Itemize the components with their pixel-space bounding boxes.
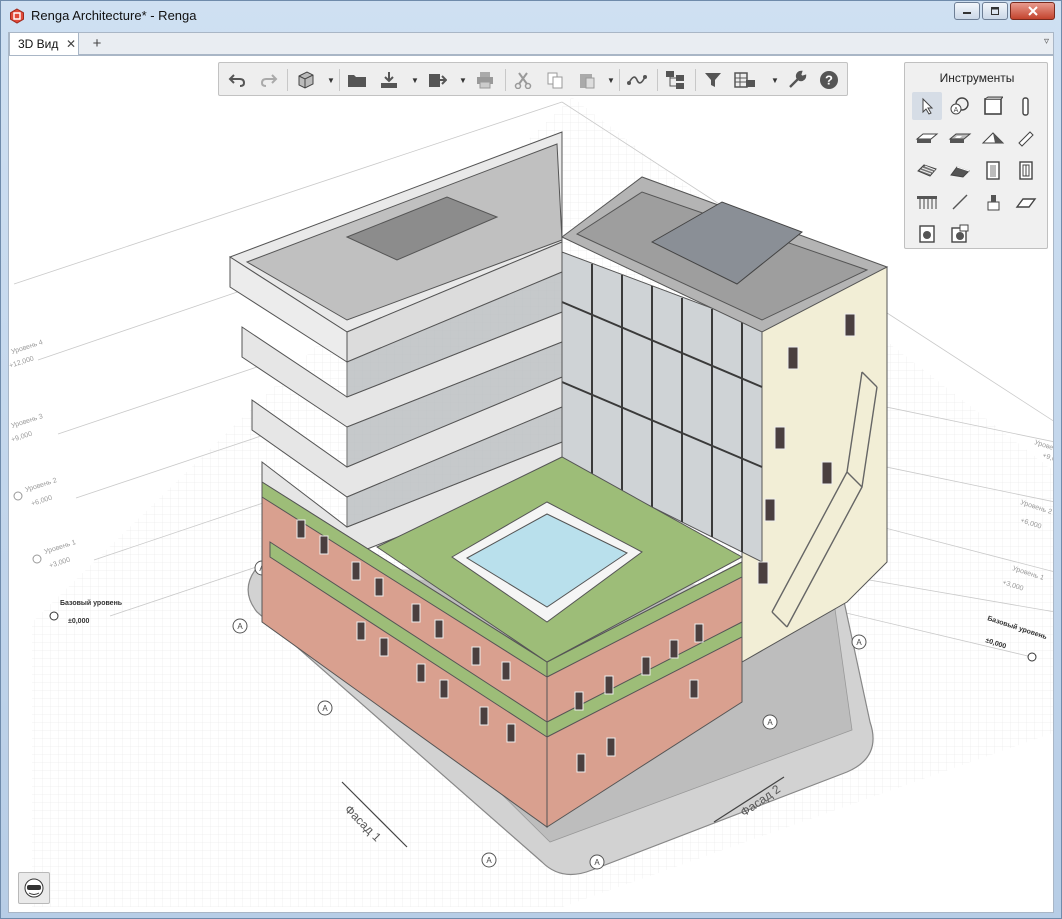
annotation-tool-icon[interactable]: A bbox=[945, 92, 975, 120]
3d-viewport[interactable]: Фасад 1 Фасад 2 A A A A A A A A Уровень … bbox=[8, 55, 1054, 913]
export-button[interactable] bbox=[425, 68, 449, 92]
svg-text:+3,000: +3,000 bbox=[48, 557, 71, 570]
tab-3d-view[interactable]: 3D Вид ✕ bbox=[9, 32, 79, 55]
cut-button[interactable] bbox=[511, 68, 535, 92]
line-tool-icon[interactable] bbox=[945, 188, 975, 216]
import-dropdown-icon[interactable]: ▼ bbox=[411, 73, 419, 87]
import-button[interactable] bbox=[377, 68, 401, 92]
door-tool-icon[interactable] bbox=[978, 156, 1008, 184]
svg-text:A: A bbox=[486, 856, 492, 865]
tab-label: 3D Вид bbox=[18, 37, 59, 51]
visibility-dropdown-icon[interactable]: ▼ bbox=[771, 73, 779, 87]
open-folder-button[interactable] bbox=[345, 68, 369, 92]
opening-tool-icon[interactable] bbox=[945, 124, 975, 152]
redo-button[interactable] bbox=[257, 68, 281, 92]
minimize-button[interactable] bbox=[954, 2, 980, 20]
svg-text:A: A bbox=[954, 107, 959, 114]
svg-text:±0,000: ±0,000 bbox=[68, 618, 89, 625]
paste-button[interactable] bbox=[575, 68, 599, 92]
connect-button[interactable] bbox=[625, 68, 649, 92]
tab-close-icon[interactable]: ✕ bbox=[66, 37, 76, 51]
svg-text:Уровень 1: Уровень 1 bbox=[43, 539, 76, 556]
plumbing-tool-icon[interactable] bbox=[912, 220, 942, 248]
print-button[interactable] bbox=[473, 68, 497, 92]
svg-text:A: A bbox=[322, 704, 328, 713]
maximize-button[interactable] bbox=[982, 2, 1008, 20]
view-cube-button[interactable] bbox=[293, 68, 317, 92]
svg-text:Уровень 4: Уровень 4 bbox=[10, 339, 43, 356]
copy-button[interactable] bbox=[543, 68, 567, 92]
stair-tool-icon[interactable] bbox=[912, 156, 942, 184]
add-tab-button[interactable]: + bbox=[87, 34, 107, 53]
svg-text:Уровень 2: Уровень 2 bbox=[24, 477, 57, 494]
filter-button[interactable] bbox=[701, 68, 725, 92]
export-dropdown-icon[interactable]: ▼ bbox=[459, 73, 467, 87]
first-person-view-button[interactable] bbox=[18, 872, 50, 904]
tools-panel-title: Инструменты bbox=[939, 71, 1015, 85]
element-tool-icon[interactable] bbox=[1011, 188, 1041, 216]
window-tool-icon[interactable] bbox=[1011, 156, 1041, 184]
window-title: Renga Architecture* - Renga bbox=[31, 8, 197, 23]
svg-text:+12,000: +12,000 bbox=[9, 355, 35, 370]
app-window: Renga Architecture* - Renga 3D Вид ✕ + ▿ bbox=[0, 0, 1062, 919]
visibility-table-button[interactable] bbox=[733, 68, 757, 92]
svg-text:A: A bbox=[237, 622, 243, 631]
beam-tool-icon[interactable] bbox=[1011, 124, 1041, 152]
svg-text:+6,000: +6,000 bbox=[30, 495, 53, 508]
svg-text:A: A bbox=[767, 718, 773, 727]
svg-text:A: A bbox=[594, 858, 600, 867]
paste-dropdown-icon[interactable]: ▼ bbox=[607, 73, 615, 87]
svg-text:Уровень 3: Уровень 3 bbox=[10, 413, 43, 430]
svg-text:+9,000: +9,000 bbox=[10, 431, 33, 444]
help-button[interactable]: ? bbox=[817, 68, 841, 92]
undo-button[interactable] bbox=[225, 68, 249, 92]
settings-wrench-button[interactable] bbox=[785, 68, 809, 92]
main-toolbar: ▼ ▼ ▼ ▼ ▼ ? bbox=[218, 62, 848, 96]
title-bar: Renga Architecture* - Renga bbox=[1, 1, 1061, 31]
railing-tool-icon[interactable] bbox=[912, 188, 942, 216]
tools-panel: Инструменты A bbox=[904, 62, 1048, 249]
renga-logo-icon bbox=[9, 8, 25, 24]
assembly-tool-icon[interactable] bbox=[945, 220, 975, 248]
tab-list-dropdown-icon[interactable]: ▿ bbox=[1044, 36, 1049, 47]
tab-bar: 3D Вид ✕ + ▿ bbox=[8, 32, 1054, 55]
svg-text:?: ? bbox=[825, 73, 833, 88]
svg-text:A: A bbox=[856, 638, 862, 647]
equipment-tool-icon[interactable] bbox=[978, 188, 1008, 216]
svg-text:Базовый уровень: Базовый уровень bbox=[60, 599, 123, 607]
roof-tool-icon[interactable] bbox=[978, 124, 1008, 152]
ramp-tool-icon[interactable] bbox=[945, 156, 975, 184]
viewer-head-icon bbox=[24, 878, 44, 898]
select-tool-icon[interactable] bbox=[912, 92, 942, 120]
model-structure-button[interactable] bbox=[663, 68, 687, 92]
column-tool-icon[interactable] bbox=[1011, 92, 1041, 120]
wall-tool-icon[interactable] bbox=[978, 92, 1008, 120]
3d-scene: Фасад 1 Фасад 2 A A A A A A A A Уровень … bbox=[9, 97, 1053, 907]
floor-tool-icon[interactable] bbox=[912, 124, 942, 152]
close-button[interactable] bbox=[1010, 2, 1055, 20]
view-cube-dropdown-icon[interactable]: ▼ bbox=[327, 73, 335, 87]
